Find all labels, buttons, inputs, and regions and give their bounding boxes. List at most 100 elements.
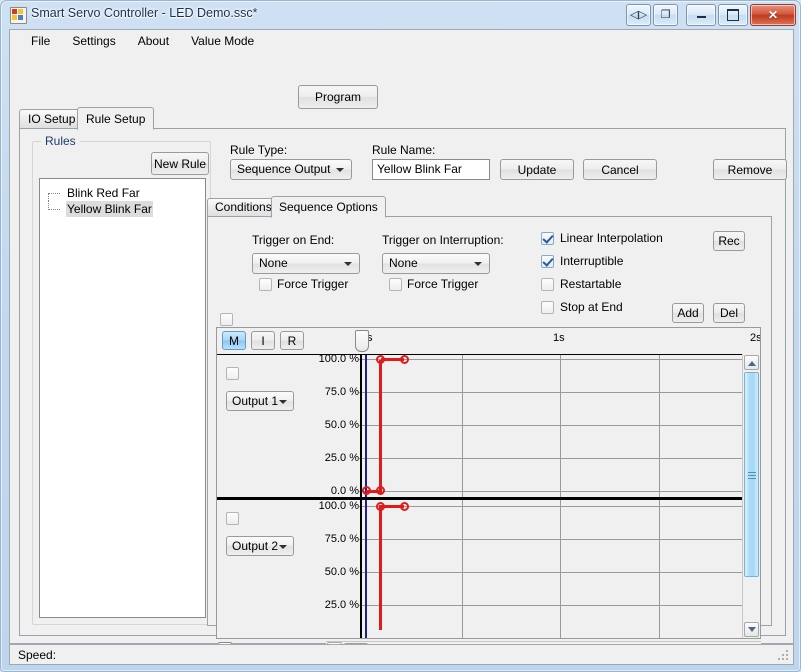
update-button[interactable]: Update	[500, 159, 574, 180]
y-label: 50.0 %	[324, 419, 359, 431]
nav-arrows-icon: ◁▷	[630, 8, 647, 21]
keyframe-handle[interactable]	[376, 502, 385, 511]
track-2-output-value: Output 2	[232, 539, 279, 553]
linear-interpolation-checkbox[interactable]	[541, 232, 554, 245]
y-label: 50.0 %	[324, 566, 359, 578]
track-2-plot[interactable]	[359, 500, 743, 638]
force-trigger-interruption-checkbox[interactable]	[389, 278, 402, 291]
time-zero-axis	[360, 355, 362, 497]
y-label: 75.0 %	[324, 386, 359, 398]
restartable-label: Restartable	[560, 277, 622, 291]
rules-tree[interactable]: Blink Red Far Yellow Blink Far	[39, 178, 206, 618]
application-window: Smart Servo Controller - LED Demo.ssc* ◁…	[0, 0, 801, 672]
track-1-enable-checkbox[interactable]	[226, 367, 239, 380]
minimize-icon	[687, 5, 715, 25]
sequence-options-page: Trigger on End: None Force Trigger Trigg…	[207, 216, 772, 661]
keyframe-handle[interactable]	[376, 355, 385, 364]
resize-grip-icon[interactable]	[778, 650, 790, 662]
app-grid-icon	[10, 7, 27, 24]
trigger-on-interruption-select[interactable]: None	[382, 253, 490, 274]
cancel-button[interactable]: Cancel	[583, 159, 657, 180]
rec-button[interactable]: Rec	[713, 231, 745, 251]
rule-item-label: Yellow Blink Far	[66, 201, 153, 217]
tab-rule-setup[interactable]: Rule Setup	[77, 107, 155, 130]
maximize-button[interactable]	[718, 4, 748, 26]
track-1-output-value: Output 1	[232, 394, 279, 408]
playhead-handle[interactable]	[355, 330, 369, 352]
seq-segment	[379, 360, 382, 493]
track-1-output-select[interactable]: Output 1	[226, 391, 294, 411]
timeline-header: M I R s 1s 2s	[217, 328, 760, 355]
restartable-checkbox[interactable]	[541, 278, 554, 291]
sequence-timeline-editor: M I R s 1s 2s Output 1 100.0 % 75.0 % 50…	[216, 327, 761, 639]
close-button[interactable]: ✕	[750, 4, 796, 26]
new-rule-button[interactable]: New Rule	[151, 152, 209, 175]
scroll-up-button[interactable]	[744, 355, 759, 370]
menu-file[interactable]: File	[20, 31, 61, 51]
rule-type-select[interactable]: Sequence Output	[230, 159, 352, 180]
keyframe-handle[interactable]	[376, 486, 385, 495]
select-all-tracks-checkbox[interactable]	[220, 313, 233, 326]
rule-name-input[interactable]: Yellow Blink Far	[372, 159, 490, 180]
force-trigger-end-label: Force Trigger	[277, 277, 349, 291]
program-button[interactable]: Program	[298, 85, 378, 109]
y-label: 25.0 %	[324, 599, 359, 611]
menu-settings[interactable]: Settings	[61, 31, 126, 51]
nav-back-forward-button[interactable]: ◁▷	[626, 4, 651, 26]
tab-io-setup[interactable]: IO Setup	[19, 109, 85, 128]
ruler-tick-1s: 1s	[553, 332, 565, 344]
trigger-on-end-label: Trigger on End:	[252, 233, 335, 247]
chevron-down-icon	[336, 168, 344, 172]
menu-value-mode[interactable]: Value Mode	[180, 31, 265, 51]
del-button[interactable]: Del	[713, 303, 745, 323]
chevron-down-icon	[279, 400, 287, 404]
list-item[interactable]: Yellow Blink Far	[40, 201, 205, 217]
track-2-enable-checkbox[interactable]	[226, 512, 239, 525]
keyframe-handle[interactable]	[362, 486, 371, 495]
tree-branch-icon	[48, 201, 62, 217]
rules-group: Rules New Rule Blink Red Far Yellow Blin…	[32, 134, 211, 625]
interruptible-label: Interruptible	[560, 254, 624, 268]
y-label: 0.0 %	[330, 485, 359, 497]
force-trigger-end-checkbox[interactable]	[259, 278, 272, 291]
rule-item-label: Blink Red Far	[67, 186, 140, 200]
track-2-output-select[interactable]: Output 2	[226, 536, 294, 556]
keyframe-handle[interactable]	[400, 355, 409, 364]
vertical-scroll-thumb[interactable]	[744, 372, 759, 577]
timeline-vertical-scrollbar[interactable]	[742, 354, 760, 638]
tab-sequence-options[interactable]: Sequence Options	[271, 196, 386, 218]
stop-at-end-label: Stop at End	[560, 300, 623, 314]
minimize-button[interactable]	[686, 4, 716, 26]
trigger-on-interruption-value: None	[389, 256, 418, 270]
close-icon: ✕	[767, 8, 779, 22]
menu-bar: File Settings About Value Mode	[10, 30, 793, 52]
window-title: Smart Servo Controller - LED Demo.ssc*	[31, 6, 258, 20]
trigger-on-end-select[interactable]: None	[252, 253, 360, 274]
linear-interpolation-label: Linear Interpolation	[560, 231, 663, 245]
track-output-2: Output 2 100.0 % 75.0 % 50.0 % 25.0 %	[217, 500, 760, 638]
restore-down-button[interactable]: ❐	[653, 4, 678, 26]
time-ruler[interactable]: s 1s 2s	[217, 328, 760, 354]
sequence-tab-container: Conditions Sequence Options Trigger on E…	[207, 196, 772, 661]
tab-conditions[interactable]: Conditions	[207, 198, 280, 216]
y-label: 100.0 %	[318, 353, 359, 365]
chevron-down-icon	[279, 545, 287, 549]
list-item[interactable]: Blink Red Far	[40, 185, 205, 201]
restore-window-icon: ❐	[660, 8, 671, 21]
tree-branch-icon	[48, 185, 62, 201]
keyframe-handle[interactable]	[400, 502, 409, 511]
stop-at-end-checkbox[interactable]	[541, 301, 554, 314]
rule-setup-page: Rules New Rule Blink Red Far Yellow Blin…	[19, 128, 787, 661]
add-button[interactable]: Add	[672, 303, 704, 323]
speed-status-label: Speed:	[18, 648, 57, 662]
remove-button[interactable]: Remove	[713, 159, 787, 180]
interruptible-checkbox[interactable]	[541, 255, 554, 268]
playhead-line	[365, 355, 367, 497]
rules-group-title: Rules	[41, 134, 80, 148]
scroll-down-button[interactable]	[744, 622, 759, 637]
chevron-down-icon	[344, 262, 352, 266]
y-label: 75.0 %	[324, 533, 359, 545]
menu-about[interactable]: About	[127, 31, 180, 51]
track-1-plot[interactable]	[359, 355, 743, 497]
force-trigger-interruption-label: Force Trigger	[407, 277, 479, 291]
